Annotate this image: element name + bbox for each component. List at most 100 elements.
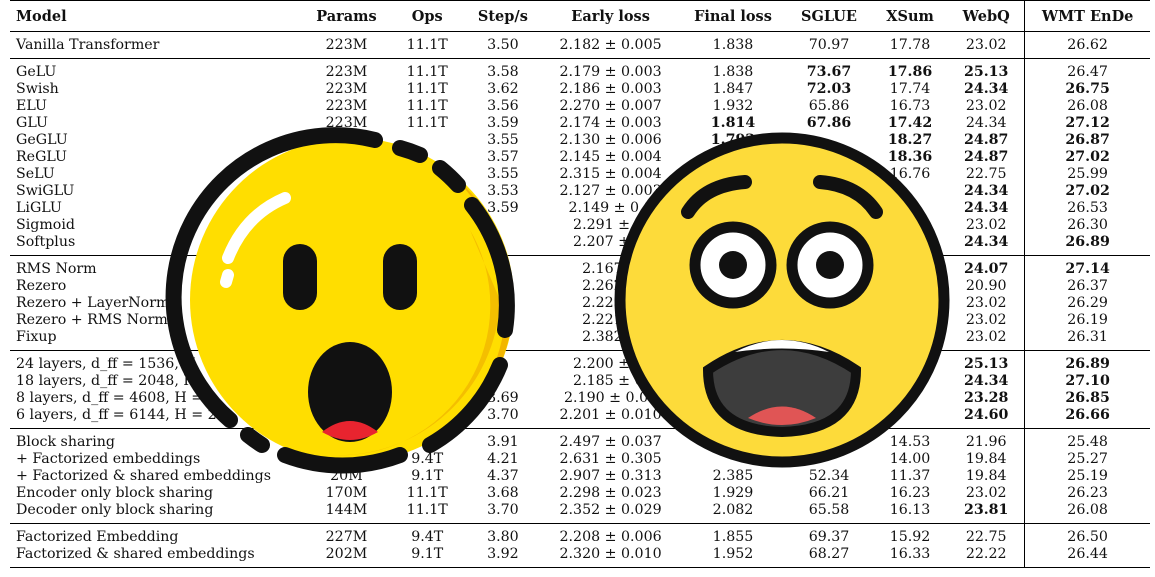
table-cell: 16.13 — [889, 502, 931, 518]
table-cell — [464, 217, 541, 234]
table-cell: SwiGLU — [16, 183, 75, 199]
column-header: Final loss — [679, 0, 787, 32]
table-cell: 202M — [325, 546, 368, 562]
table-cell — [786, 256, 872, 279]
table-cell: 11.1T — [406, 37, 448, 53]
table-cell: Vanilla Transformer — [16, 37, 160, 53]
table-cell: 25.27 — [1067, 451, 1108, 467]
table-cell: 2.145 ± 0.004 — [559, 149, 662, 165]
table-row: + Factorized embeddings 9.4T 4.21 2.631 ± 0… — [10, 451, 1150, 468]
table-row: Softplus 2.207 ± 0. 24.34 26.89 — [10, 234, 1150, 256]
table-cell — [786, 351, 872, 374]
table-cell — [786, 149, 872, 166]
table-cell: 3.55 — [487, 132, 519, 148]
table-cell: 2.207 ± 0. — [573, 234, 649, 250]
table-cell — [680, 390, 786, 407]
table-cell — [390, 295, 465, 312]
table-cell: 19.84 — [948, 468, 1026, 485]
table-cell: 2.167 ± — [582, 261, 640, 277]
table-cell: 3.80 — [487, 529, 519, 545]
table-cell: 17.78 — [889, 37, 931, 53]
table-cell — [786, 278, 872, 295]
table-cell: 227M — [325, 529, 368, 545]
table-cell: 2.320 ± 0.010 — [559, 546, 662, 562]
column-header: SGLUE — [786, 0, 872, 32]
table-cell: 11.1T — [406, 485, 448, 501]
table-cell — [872, 390, 948, 407]
table-cell: 26.85 — [1065, 390, 1110, 406]
table-cell: 1.792 — [710, 132, 756, 148]
table-cell — [390, 312, 465, 329]
table-row: Decoder only block sharing 144M 11.1T 3.70 2… — [10, 502, 1150, 524]
table-cell — [303, 351, 390, 374]
table-cell — [786, 312, 872, 329]
table-cell: 223M — [325, 115, 368, 131]
table-row: SeLU 3.55 2.315 ± 0.004 16.76 22.75 25.99 — [10, 166, 1150, 183]
table-cell: 2.221 ± — [582, 312, 640, 328]
table-cell: 26.47 — [1067, 64, 1108, 80]
table-row: Fixup 2.382 ± 23.02 26.31 — [10, 329, 1150, 351]
table-cell — [786, 166, 872, 183]
table-cell — [303, 217, 390, 234]
table-row-group: GeLU 223M 11.1T 3.58 2.179 ± 0.003 1.838 73.67… — [10, 58, 1150, 256]
table-cell: 65.86 — [808, 98, 850, 114]
table-cell — [786, 451, 872, 468]
table-cell: 2.497 ± 0.037 — [559, 434, 662, 450]
table-cell: 23.28 — [948, 390, 1026, 407]
table-cell: 23.02 — [948, 485, 1026, 502]
table-cell: 1.838 — [712, 64, 754, 80]
table-cell — [303, 200, 390, 217]
table-cell: 24.34 — [948, 200, 1026, 217]
table-cell: 2.186 ± 0.003 — [559, 81, 662, 97]
table-cell: 2.082 — [712, 502, 754, 518]
table-cell: 11.1T — [406, 98, 448, 114]
table-row: ELU 223M 11.1T 3.56 2.270 ± 0.007 1.932 65.86 1… — [10, 98, 1150, 115]
table-cell — [303, 373, 390, 390]
table-cell — [872, 234, 948, 256]
table-cell — [464, 278, 541, 295]
table-cell: 18.27 — [887, 132, 933, 148]
table-cell: 66.21 — [808, 485, 850, 501]
table-cell: 27.10 — [1065, 373, 1110, 389]
table-cell: 24.34 — [948, 234, 1026, 256]
table-cell — [872, 295, 948, 312]
table-cell: 9.4T — [411, 529, 444, 545]
table-cell: ELU — [16, 98, 47, 114]
table-cell — [786, 217, 872, 234]
table-cell: 2.262 ± — [582, 278, 640, 294]
table-cell: 52.34 — [808, 468, 850, 484]
table-cell: 16.76 — [889, 166, 931, 182]
table-cell — [303, 312, 390, 329]
table-cell: 1.855 — [712, 529, 754, 545]
table-row: Rezero + RMS Norm 2.221 ± 23.02 26.19 — [10, 312, 1150, 329]
table-cell: Rezero — [16, 278, 67, 294]
table-cell — [390, 407, 465, 429]
table-cell: 144M — [325, 502, 368, 518]
table-cell: 25.48 — [1067, 434, 1108, 450]
table-cell: 14.53 — [889, 434, 931, 450]
table-cell — [390, 217, 465, 234]
table-cell — [303, 451, 390, 468]
table-cell: 26.50 — [1067, 529, 1108, 545]
table-cell: 6 layers, d_ff = 6144, H = 24 — [16, 407, 226, 423]
table-cell: 26.23 — [1067, 485, 1108, 501]
table-cell: 3.57 — [487, 149, 519, 165]
table-cell: 73.67 — [806, 64, 852, 80]
table-cell: 19.84 — [948, 451, 1026, 468]
table-cell: 2.270 ± 0.007 — [559, 98, 662, 114]
table-cell: 2.223 ± — [582, 295, 640, 311]
table-cell — [680, 166, 786, 183]
table-cell: Factorized Embedding — [16, 529, 179, 545]
table-cell: LiGLU — [16, 200, 62, 216]
table-cell — [872, 407, 948, 429]
table-cell: 26.53 — [1067, 200, 1108, 216]
table-cell: Decoder only block sharing — [16, 502, 214, 518]
table-cell: 2.190 ± 0.00 — [564, 390, 658, 406]
table-cell: 1.847 — [712, 81, 754, 97]
table-cell — [390, 183, 465, 200]
table-row: RMS Norm 2.167 ± 24.07 27.14 — [10, 255, 1150, 279]
table-cell: 26.30 — [1067, 217, 1108, 233]
table-cell: 27.12 — [1065, 115, 1110, 131]
table-cell: 2.315 ± 0.004 — [559, 166, 662, 182]
table-cell: 2.352 ± 0.029 — [559, 502, 662, 518]
